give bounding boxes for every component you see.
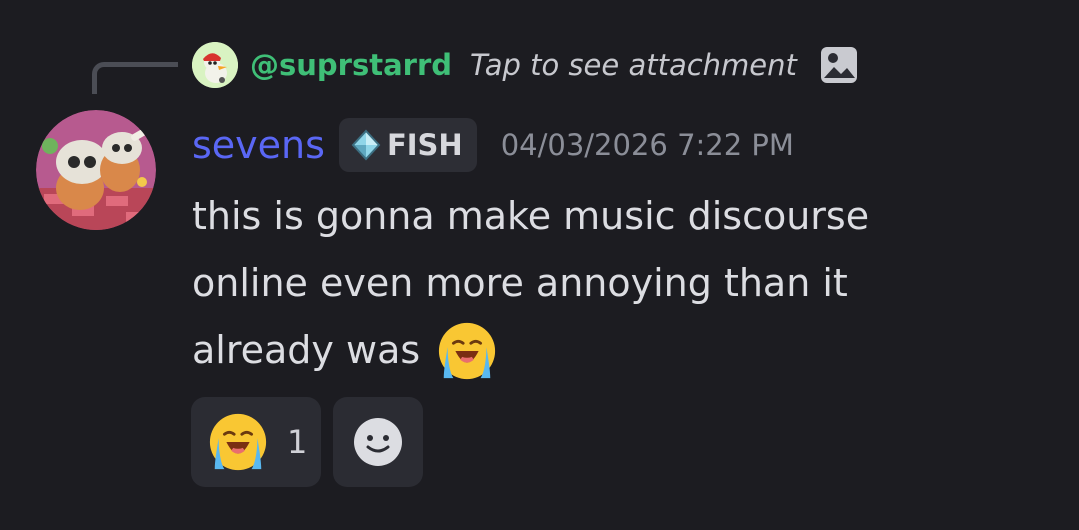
diamond-icon xyxy=(351,129,381,161)
smile-icon xyxy=(354,418,402,466)
message-timestamp: 04/03/2026 7:22 PM xyxy=(500,128,794,162)
reply-preview[interactable]: @suprstarrd Tap to see attachment xyxy=(192,42,859,88)
message-text: this is gonna make music discourse onlin… xyxy=(192,194,870,372)
reactions-bar: 1 xyxy=(191,397,423,487)
image-icon xyxy=(820,47,857,83)
reply-connector-line xyxy=(92,62,178,94)
message-body: this is gonna make music discourse onlin… xyxy=(192,182,992,383)
loudly-crying-face-icon xyxy=(439,322,496,379)
loudly-crying-face-icon xyxy=(209,413,267,471)
user-avatar[interactable] xyxy=(36,110,156,230)
reply-attachment-text[interactable]: Tap to see attachment xyxy=(470,48,797,82)
message-username[interactable]: sevens xyxy=(192,123,325,167)
add-reaction-button[interactable] xyxy=(333,397,423,487)
reaction-loudly-crying-face[interactable]: 1 xyxy=(191,397,321,487)
message-header: sevens FISH 04/03/2026 7:22 PM xyxy=(192,116,794,174)
message-view: @suprstarrd Tap to see attachment sevens… xyxy=(0,0,1079,530)
reaction-count: 1 xyxy=(287,423,308,461)
reply-avatar-icon[interactable] xyxy=(192,42,238,88)
reply-username[interactable]: @suprstarrd xyxy=(250,48,452,82)
guild-tag[interactable]: FISH xyxy=(338,118,477,172)
guild-tag-label: FISH xyxy=(386,128,463,162)
